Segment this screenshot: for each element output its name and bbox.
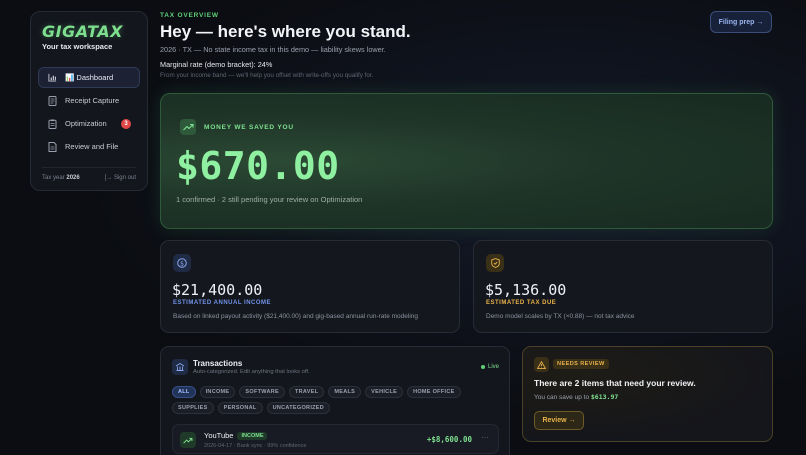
sign-out-icon: [→ xyxy=(104,175,113,181)
transactions-panel: Transactions Auto-categorized. Edit anyt… xyxy=(160,346,510,455)
brand-tagline: Your tax workspace xyxy=(42,42,113,51)
section-eyebrow: TAX OVERVIEW xyxy=(160,12,219,19)
filter-chip-personal[interactable]: PERSONAL xyxy=(217,402,263,414)
filing-prep-button[interactable]: Filing prep → xyxy=(710,11,772,33)
sidebar-footer: Tax year 2026 [→ Sign out xyxy=(42,167,136,181)
shield-icon xyxy=(486,254,504,272)
svg-text:$: $ xyxy=(180,260,184,267)
live-label: Live xyxy=(487,364,499,370)
filter-chip-supplies[interactable]: SUPPLIES xyxy=(172,402,214,414)
savings-card: MONEY WE SAVED YOU $670.00 1 confirmed ·… xyxy=(160,93,773,229)
income-hint: From your income band — we'll help you o… xyxy=(160,72,374,79)
filter-chip-travel[interactable]: TRAVEL xyxy=(288,386,325,398)
sidebar-item-optimization[interactable]: Optimization 3 xyxy=(38,113,140,134)
filter-chips: ALL INCOME SOFTWARE TRAVEL MEALS VEHICLE… xyxy=(172,386,502,414)
filter-chip-income[interactable]: INCOME xyxy=(199,386,236,398)
live-indicator: Live xyxy=(480,364,499,370)
review-button[interactable]: Review → xyxy=(534,411,584,430)
transactions-title: Transactions xyxy=(193,359,243,368)
bank-icon xyxy=(172,359,188,375)
savings-amount: $670.00 xyxy=(176,144,340,188)
page-subtitle: 2026 · TX — No state income tax in this … xyxy=(160,45,386,54)
marginal-rate: Marginal rate (demo bracket): 24% xyxy=(160,60,273,69)
transaction-name: YouTube INCOME xyxy=(204,431,268,440)
sign-out-link[interactable]: [→ Sign out xyxy=(105,175,136,181)
filter-chip-home-office[interactable]: HOME OFFICE xyxy=(407,386,461,398)
live-dot xyxy=(480,365,485,369)
income-note: Based on linked payout activity ($21,400… xyxy=(173,313,418,320)
document-icon xyxy=(47,141,57,152)
review-savings-prefix: You can save up to xyxy=(534,394,590,401)
filter-chip-software[interactable]: SOFTWARE xyxy=(239,386,285,398)
income-amount: $21,400.00 xyxy=(172,281,263,299)
sidebar-item-review-and-file[interactable]: Review and File xyxy=(38,136,140,157)
tax-year-label: Tax year xyxy=(42,175,65,181)
transaction-row[interactable]: YouTube INCOME 2026-04-17 · Bank sync · … xyxy=(172,424,499,454)
filter-chip-meals[interactable]: MEALS xyxy=(328,386,362,398)
transactions-subtitle: Auto-categorized. Edit anything that loo… xyxy=(193,369,310,375)
tax-due-note: Demo model scales by TX (×0.88) — not ta… xyxy=(486,313,635,320)
sidebar-item-label: Optimization xyxy=(65,119,107,128)
filter-chip-all[interactable]: ALL xyxy=(172,386,196,398)
transaction-meta: 2026-04-17 · Bank sync · 99% confidence xyxy=(204,443,307,449)
sidebar: GIGATAX Your tax workspace 📊 Dashboard R… xyxy=(30,11,148,191)
transaction-payee: YouTube xyxy=(204,431,234,440)
filter-chip-uncategorized[interactable]: UNCATEGORIZED xyxy=(266,402,331,414)
receipt-icon xyxy=(47,95,57,106)
brand-logo[interactable]: GIGATAX xyxy=(38,22,140,41)
trending-up-icon xyxy=(180,119,196,135)
page-title: Hey — here's where you stand. xyxy=(160,22,411,41)
needs-review-badge: NEEDS REVIEW xyxy=(553,359,609,369)
savings-note: 1 confirmed · 2 still pending your revie… xyxy=(176,195,363,204)
tax-due-card: $5,136.00 ESTIMATED TAX DUE Demo model s… xyxy=(473,240,773,333)
sidebar-item-label: 📊 Dashboard xyxy=(65,73,114,82)
more-options-icon[interactable]: ··· xyxy=(481,433,489,442)
notification-badge: 3 xyxy=(121,118,131,129)
bar-chart-icon xyxy=(47,73,57,83)
dollar-icon: $ xyxy=(173,254,191,272)
tax-due-label: ESTIMATED TAX DUE xyxy=(486,300,557,306)
category-tag[interactable]: INCOME xyxy=(237,431,268,440)
warning-icon xyxy=(534,357,549,372)
review-title: There are 2 items that need your review. xyxy=(534,378,696,388)
sidebar-item-label: Review and File xyxy=(65,142,119,151)
income-card: $ $21,400.00 ESTIMATED ANNUAL INCOME Bas… xyxy=(160,240,460,333)
savings-label: MONEY WE SAVED YOU xyxy=(204,124,294,131)
transaction-amount: +$8,600.00 xyxy=(426,435,472,444)
tax-year-value: 2026 xyxy=(66,175,80,181)
clipboard-icon xyxy=(47,119,57,129)
tax-due-amount: $5,136.00 xyxy=(485,281,567,299)
needs-review-card: NEEDS REVIEW There are 2 items that need… xyxy=(522,346,773,442)
tax-year: Tax year 2026 xyxy=(42,175,80,181)
sign-out-label: Sign out xyxy=(113,175,136,181)
sidebar-item-receipt-capture[interactable]: Receipt Capture xyxy=(38,90,140,111)
income-label: ESTIMATED ANNUAL INCOME xyxy=(173,300,272,306)
trending-up-icon xyxy=(180,432,196,448)
sidebar-nav: 📊 Dashboard Receipt Capture Optimization… xyxy=(38,67,140,157)
review-savings-amount: $613.97 xyxy=(590,393,619,401)
sidebar-item-dashboard[interactable]: 📊 Dashboard xyxy=(38,67,140,88)
sidebar-item-label: Receipt Capture xyxy=(65,96,120,105)
review-savings: You can save up to $613.97 xyxy=(534,393,618,401)
filter-chip-vehicle[interactable]: VEHICLE xyxy=(365,386,404,398)
